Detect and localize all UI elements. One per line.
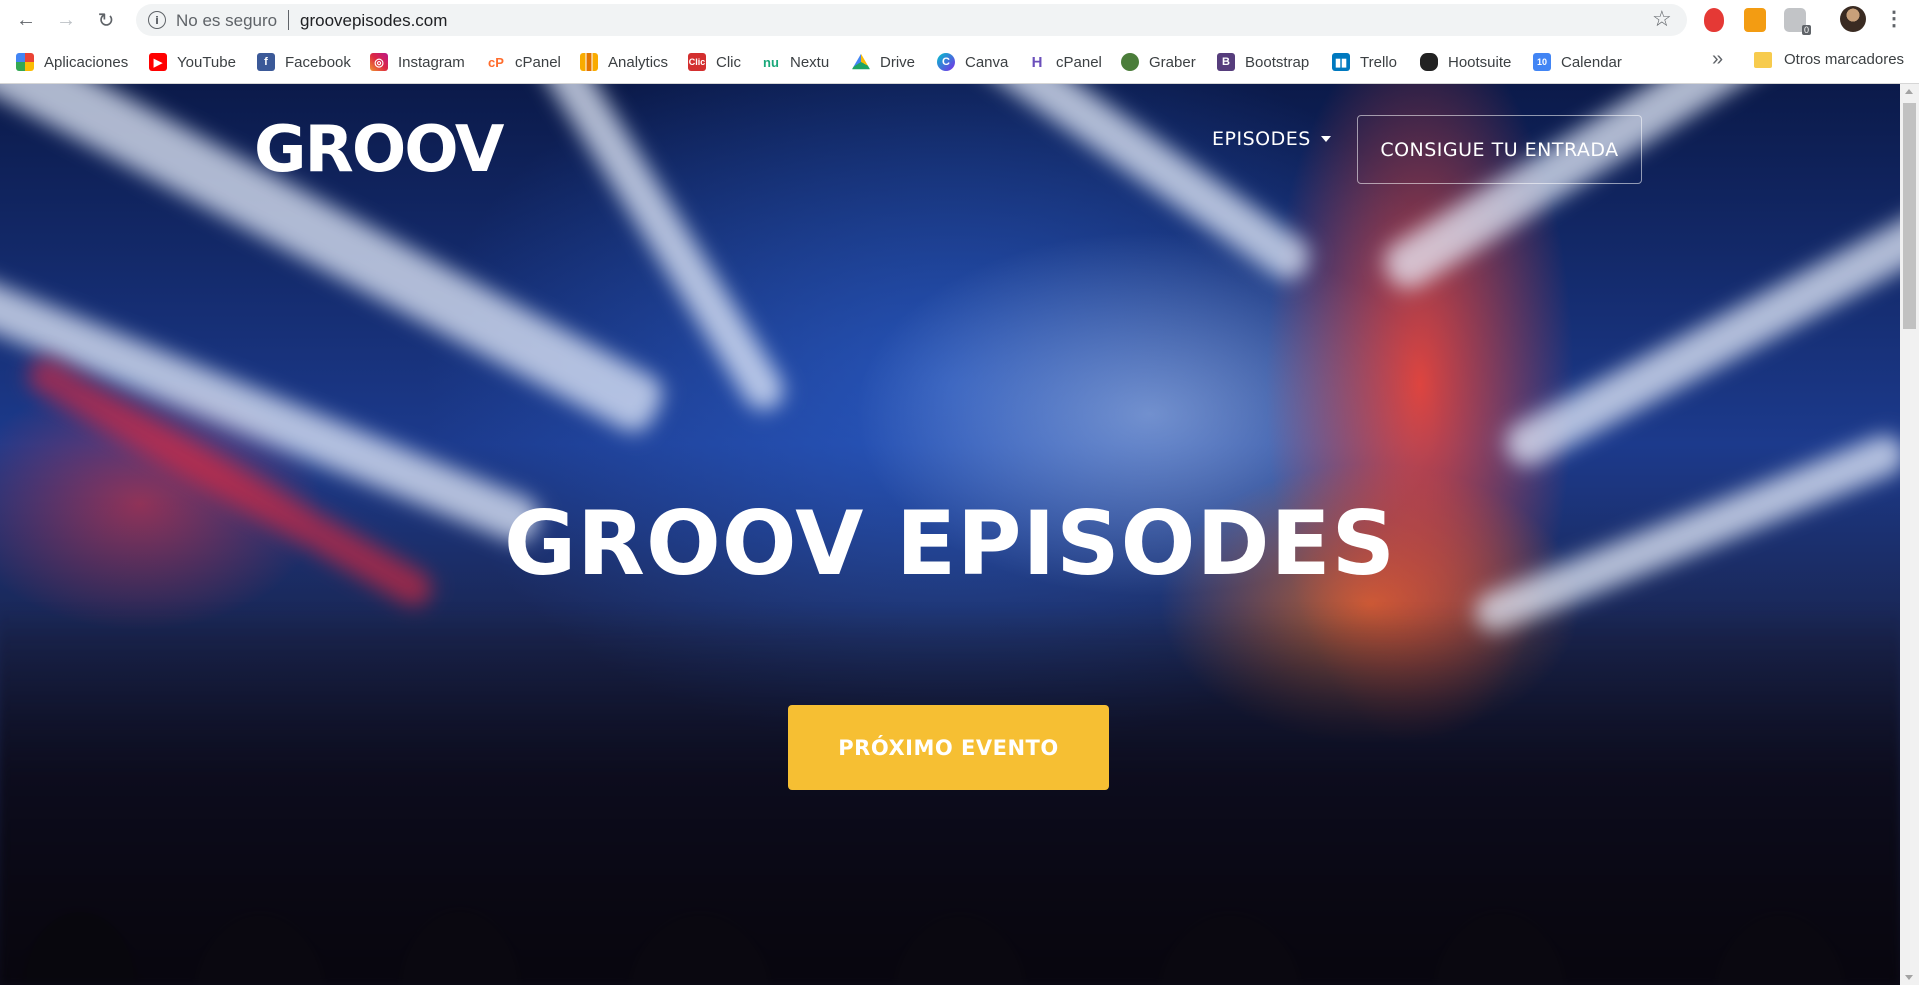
facebook-icon: f bbox=[257, 53, 275, 71]
bookmark-bootstrap[interactable]: B Bootstrap bbox=[1217, 51, 1309, 73]
trello-icon: ▮▮ bbox=[1332, 53, 1350, 71]
drive-icon bbox=[852, 53, 870, 70]
info-icon[interactable]: i bbox=[148, 11, 166, 29]
bookmark-hootsuite[interactable]: Hootsuite bbox=[1420, 51, 1511, 73]
bookmark-label: Clic bbox=[716, 53, 741, 71]
bookmark-analytics[interactable]: Analytics bbox=[580, 51, 668, 73]
get-ticket-button[interactable]: CONSIGUE TU ENTRADA bbox=[1357, 115, 1642, 184]
bookmark-label: Graber bbox=[1149, 53, 1196, 71]
hero-section: GROOV EPISODES CONSIGUE TU ENTRADA GROOV… bbox=[0, 84, 1919, 985]
more-bookmarks-chevron-icon[interactable]: » bbox=[1712, 48, 1723, 71]
caret-down-icon bbox=[1320, 136, 1331, 142]
bookmarks-bar: Aplicaciones ▶ YouTube f Facebook ◎ Inst… bbox=[0, 40, 1919, 84]
bookmark-label: Analytics bbox=[608, 53, 669, 71]
browser-menu-icon[interactable]: ⋮ bbox=[1884, 6, 1904, 31]
bookmark-label: cPanel bbox=[1056, 53, 1102, 71]
reload-icon[interactable]: ↻ bbox=[94, 8, 118, 32]
bootstrap-icon: B bbox=[1217, 53, 1235, 71]
puzzle-extension-icon[interactable]: 0 bbox=[1784, 8, 1811, 35]
bookmark-instagram[interactable]: ◎ Instagram bbox=[370, 51, 465, 73]
youtube-icon: ▶ bbox=[149, 53, 167, 71]
bookmark-label: Bootstrap bbox=[1245, 53, 1310, 71]
bookmark-label: Hootsuite bbox=[1448, 53, 1512, 71]
bookmark-canva[interactable]: C Canva bbox=[937, 51, 1008, 73]
crowd-silhouette bbox=[0, 605, 1900, 985]
extension-badge: 0 bbox=[1801, 25, 1811, 35]
bookmark-clic[interactable]: Clic Clic bbox=[688, 51, 741, 73]
scroll-down-arrow-icon[interactable] bbox=[1905, 975, 1913, 980]
bookmark-aplicaciones[interactable]: Aplicaciones bbox=[16, 51, 128, 73]
url-text[interactable]: groovepisodes.com bbox=[300, 11, 447, 31]
instagram-icon: ◎ bbox=[370, 53, 388, 71]
bookmark-youtube[interactable]: ▶ YouTube bbox=[149, 51, 236, 73]
bookmark-label: YouTube bbox=[177, 53, 236, 71]
bookmark-label: Nextu bbox=[790, 53, 830, 71]
light-beam bbox=[1498, 199, 1919, 473]
back-arrow-icon[interactable]: ← bbox=[14, 8, 38, 32]
forward-arrow-icon[interactable]: → bbox=[54, 8, 78, 32]
address-bar[interactable]: i No es seguro groovepisodes.com ☆ bbox=[136, 4, 1687, 36]
page-scrollbar[interactable] bbox=[1900, 84, 1919, 985]
bookmark-trello[interactable]: ▮▮ Trello bbox=[1332, 51, 1397, 73]
profile-avatar[interactable] bbox=[1840, 6, 1866, 32]
bookmark-label: Facebook bbox=[285, 53, 351, 71]
nav-episodes-dropdown[interactable]: EPISODES bbox=[1212, 128, 1331, 150]
bookmark-star-icon[interactable]: ☆ bbox=[1652, 6, 1672, 32]
bookmark-facebook[interactable]: f Facebook bbox=[257, 51, 351, 73]
bookmark-label: Canva bbox=[965, 53, 1009, 71]
shopping-extension-icon[interactable] bbox=[1744, 8, 1766, 32]
security-label[interactable]: No es seguro bbox=[176, 11, 277, 31]
site-logo[interactable]: GROOV bbox=[254, 118, 504, 182]
bookmark-label: cPanel bbox=[515, 53, 561, 71]
bookmark-label: Drive bbox=[880, 53, 916, 71]
nextu-icon: nu bbox=[763, 54, 779, 70]
other-bookmarks-label: Otros marcadores bbox=[1784, 51, 1905, 68]
other-bookmarks-folder[interactable]: Otros marcadores bbox=[1754, 51, 1904, 68]
bookmark-cpanel[interactable]: cP cPanel bbox=[487, 51, 561, 73]
bookmark-calendar[interactable]: 10 Calendar bbox=[1533, 51, 1622, 73]
hootsuite-icon bbox=[1420, 53, 1438, 71]
graber-icon bbox=[1121, 53, 1139, 71]
bookmark-label: Calendar bbox=[1561, 53, 1622, 71]
hero-title: GROOV EPISODES bbox=[503, 492, 1397, 595]
bookmark-cpanel-2[interactable]: H cPanel bbox=[1028, 51, 1102, 73]
clic-icon: Clic bbox=[688, 53, 706, 71]
next-event-button[interactable]: PRÓXIMO EVENTO bbox=[788, 705, 1109, 790]
scroll-up-arrow-icon[interactable] bbox=[1905, 89, 1913, 94]
bookmark-graber[interactable]: Graber bbox=[1121, 51, 1196, 73]
address-divider bbox=[288, 10, 289, 30]
bookmark-label: Instagram bbox=[398, 53, 465, 71]
bookmark-nextu[interactable]: nu Nextu bbox=[762, 51, 829, 73]
nav-episodes-label: EPISODES bbox=[1212, 128, 1311, 150]
bookmark-drive[interactable]: Drive bbox=[852, 51, 915, 73]
page-viewport: GROOV EPISODES CONSIGUE TU ENTRADA GROOV… bbox=[0, 84, 1919, 985]
cpanel-icon: cP bbox=[488, 54, 504, 70]
light-beam bbox=[882, 84, 1318, 288]
analytics-icon bbox=[580, 53, 598, 71]
scrollbar-thumb[interactable] bbox=[1903, 103, 1916, 329]
bookmark-label: Trello bbox=[1360, 53, 1397, 71]
cpanel-h-icon: H bbox=[1031, 53, 1043, 71]
bookmark-label: Aplicaciones bbox=[44, 53, 129, 71]
adblock-extension-icon[interactable] bbox=[1704, 8, 1724, 32]
calendar-icon: 10 bbox=[1533, 53, 1551, 71]
browser-toolbar: ← → ↻ i No es seguro groovepisodes.com ☆… bbox=[0, 0, 1919, 40]
apps-grid-icon bbox=[16, 53, 34, 71]
folder-icon bbox=[1754, 51, 1772, 68]
canva-icon: C bbox=[937, 53, 955, 71]
